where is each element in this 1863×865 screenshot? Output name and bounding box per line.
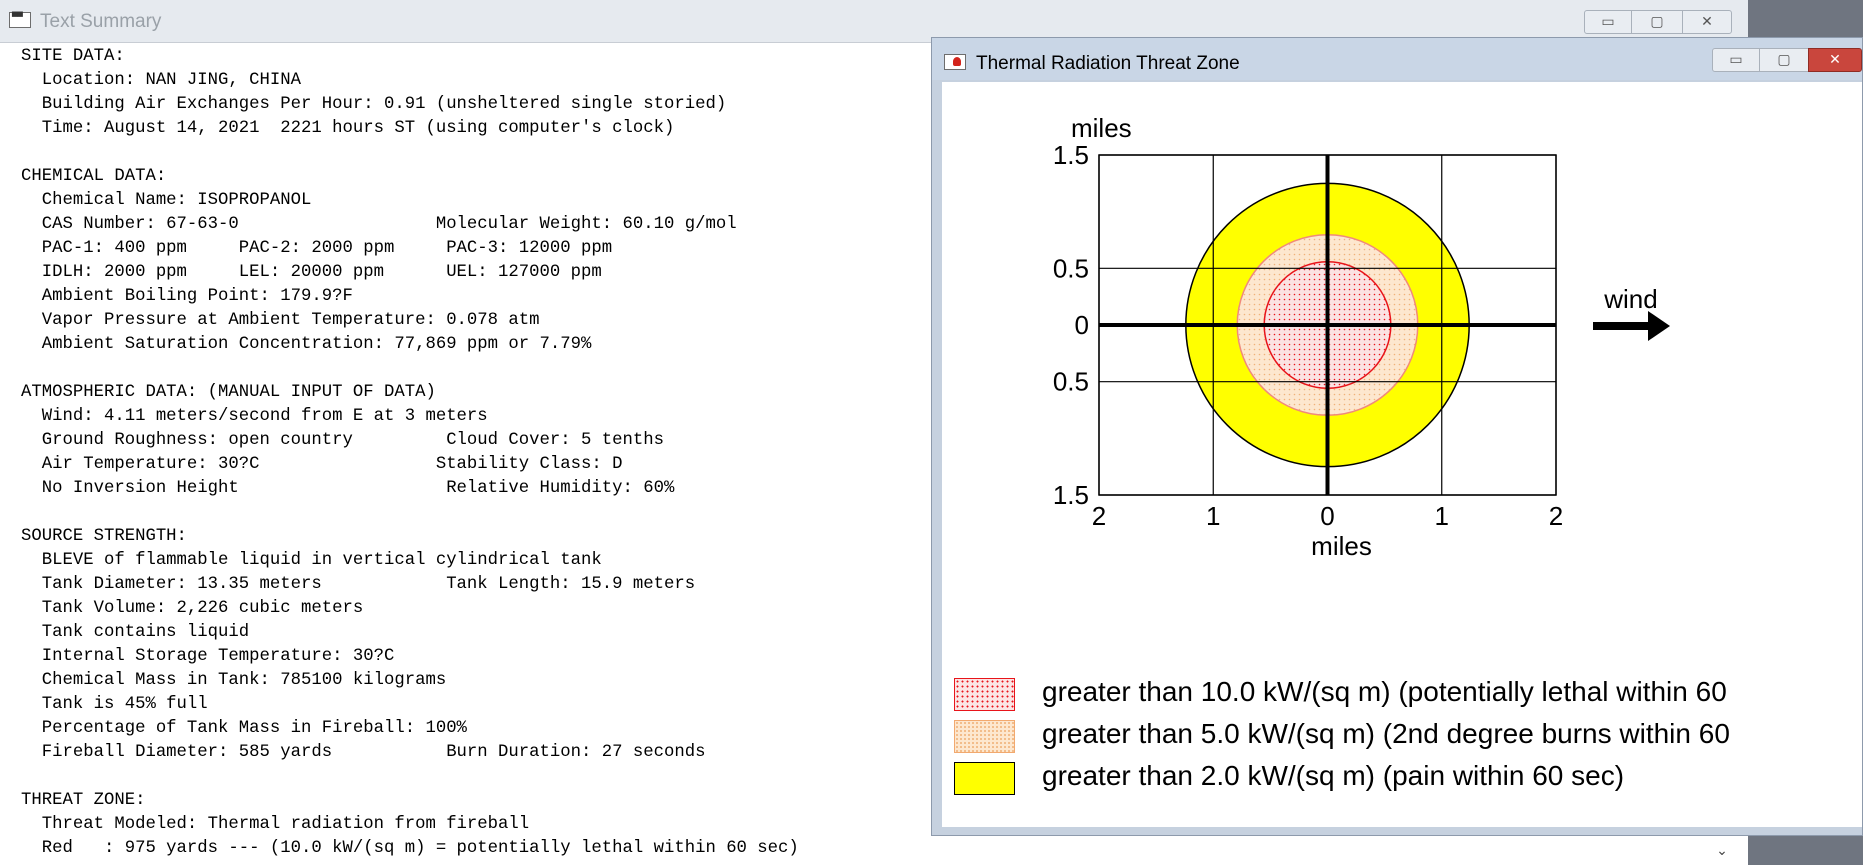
legend-item-orange: greater than 5.0 kW/(sq m) (2nd degree b… (942, 718, 1862, 756)
summary-line: Location: NAN JING, CHINA (21, 71, 302, 90)
threat-zone-plot: 2 1 0 1 21.50.500.51.5milesmileswind (1053, 113, 1670, 561)
x-tick-label: 1 (1435, 501, 1449, 531)
summary-line: CAS Number: 67-63-0 Molecular Weight: 60… (21, 215, 737, 234)
maximize-button[interactable]: ▢ (1631, 10, 1683, 34)
summary-line: Tank is 45% full (21, 695, 208, 714)
thermal-radiation-title: Thermal Radiation Threat Zone (976, 53, 1240, 74)
summary-line: IDLH: 2000 ppm LEL: 20000 ppm UEL: 12700… (21, 263, 602, 282)
window-icon: ▀▀ (9, 12, 31, 28)
y-tick-label: 1.5 (1053, 140, 1089, 170)
summary-line: THREAT ZONE: (21, 791, 146, 810)
arrow-right-icon (1593, 311, 1670, 341)
summary-line: SOURCE STRENGTH: (21, 527, 187, 546)
desktop-background-bottom (1748, 836, 1863, 865)
summary-line: Time: August 14, 2021 2221 hours ST (usi… (21, 119, 675, 138)
thermal-radiation-client: 2 1 0 1 2 1.5 0.5 0 0.5 1.5 miles miles wind greater… (942, 82, 1862, 827)
summary-line: SITE DATA: (21, 47, 125, 66)
summary-line: PAC-1: 400 ppm PAC-2: 2000 ppm PAC-3: 12… (21, 239, 613, 258)
thermal-radiation-window: Thermal Radiation Threat Zone ▭ ▢ ✕ 2 1 0 1… (931, 37, 1863, 836)
summary-line (21, 765, 799, 789)
x-tick-label: 0 (1320, 501, 1334, 531)
legend-label-yellow: greater than 2.0 kW/(sq m) (pain within … (1042, 760, 1625, 791)
legend-label-orange: greater than 5.0 kW/(sq m) (2nd degree b… (1042, 718, 1730, 749)
summary-line: ATMOSPHERIC DATA: (MANUAL INPUT OF DATA) (21, 383, 436, 402)
summary-line (21, 501, 799, 525)
x-axis-label: miles (1311, 531, 1372, 561)
summary-line: Tank Diameter: 13.35 meters Tank Length:… (21, 575, 696, 594)
text-summary-title: Text Summary (40, 11, 162, 32)
summary-line: Tank contains liquid (21, 623, 250, 642)
maximize-button[interactable]: ▢ (1759, 48, 1809, 72)
thermal-radiation-titlebar[interactable]: Thermal Radiation Threat Zone ▭ ▢ ✕ (932, 38, 1862, 80)
summary-line: Percentage of Tank Mass in Fireball: 100… (21, 719, 467, 738)
legend-item-red: greater than 10.0 kW/(sq m) (potentially… (942, 676, 1862, 714)
threat-zone-icon (944, 54, 966, 70)
summary-line: Air Temperature: 30?C Stability Class: D (21, 455, 623, 474)
x-tick-label: 2 (1092, 501, 1106, 531)
summary-line: Fireball Diameter: 585 yards Burn Durati… (21, 743, 706, 762)
summary-line: Wind: 4.11 meters/second from E at 3 met… (21, 407, 488, 426)
summary-line: No Inversion Height Relative Humidity: 6… (21, 479, 675, 498)
summary-line: Vapor Pressure at Ambient Temperature: 0… (21, 311, 540, 330)
legend-swatch-red (954, 678, 1015, 711)
close-button[interactable]: ✕ (1808, 48, 1862, 72)
summary-line: Chemical Mass in Tank: 785100 kilograms (21, 671, 447, 690)
summary-line: Internal Storage Temperature: 30?C (21, 647, 395, 666)
y-axis-label: miles (1071, 113, 1132, 143)
summary-line: BLEVE of flammable liquid in vertical cy… (21, 551, 602, 570)
y-tick-label: 0.5 (1053, 253, 1089, 283)
summary-line (21, 141, 799, 165)
legend-swatch-yellow (954, 762, 1015, 795)
x-tick-label: 1 (1206, 501, 1220, 531)
text-summary-content: SITE DATA: Location: NAN JING, CHINA Bui… (21, 45, 799, 861)
summary-line: CHEMICAL DATA: (21, 167, 167, 186)
y-tick-label: 0.5 (1053, 367, 1089, 397)
summary-line: Ambient Saturation Concentration: 77,869… (21, 335, 592, 354)
legend-swatch-orange (954, 720, 1015, 753)
legend-item-yellow: greater than 2.0 kW/(sq m) (pain within … (942, 760, 1862, 798)
summary-line: Chemical Name: ISOPROPANOL (21, 191, 312, 210)
minimize-button[interactable]: ▭ (1584, 10, 1632, 34)
summary-line: Red : 975 yards --- (10.0 kW/(sq m) = po… (21, 839, 799, 858)
y-tick-label: 0 (1075, 310, 1089, 340)
summary-line: Threat Modeled: Thermal radiation from f… (21, 815, 530, 834)
wind-arrow-head (1648, 311, 1670, 341)
summary-line: Building Air Exchanges Per Hour: 0.91 (u… (21, 95, 727, 114)
summary-line: Ambient Boiling Point: 179.9?F (21, 287, 353, 306)
close-button[interactable]: ✕ (1682, 10, 1732, 34)
desktop-background-top (1748, 0, 1863, 42)
legend-label-red: greater than 10.0 kW/(sq m) (potentially… (1042, 676, 1727, 707)
summary-line: Tank Volume: 2,226 cubic meters (21, 599, 364, 618)
x-tick-label: 2 (1549, 501, 1563, 531)
wind-label: wind (1603, 284, 1657, 314)
summary-line: Ground Roughness: open country Cloud Cov… (21, 431, 664, 450)
scroll-down-icon[interactable]: ⌄ (1710, 840, 1734, 862)
minimize-button[interactable]: ▭ (1712, 48, 1760, 72)
summary-line (21, 357, 799, 381)
y-tick-label: 1.5 (1053, 480, 1089, 510)
